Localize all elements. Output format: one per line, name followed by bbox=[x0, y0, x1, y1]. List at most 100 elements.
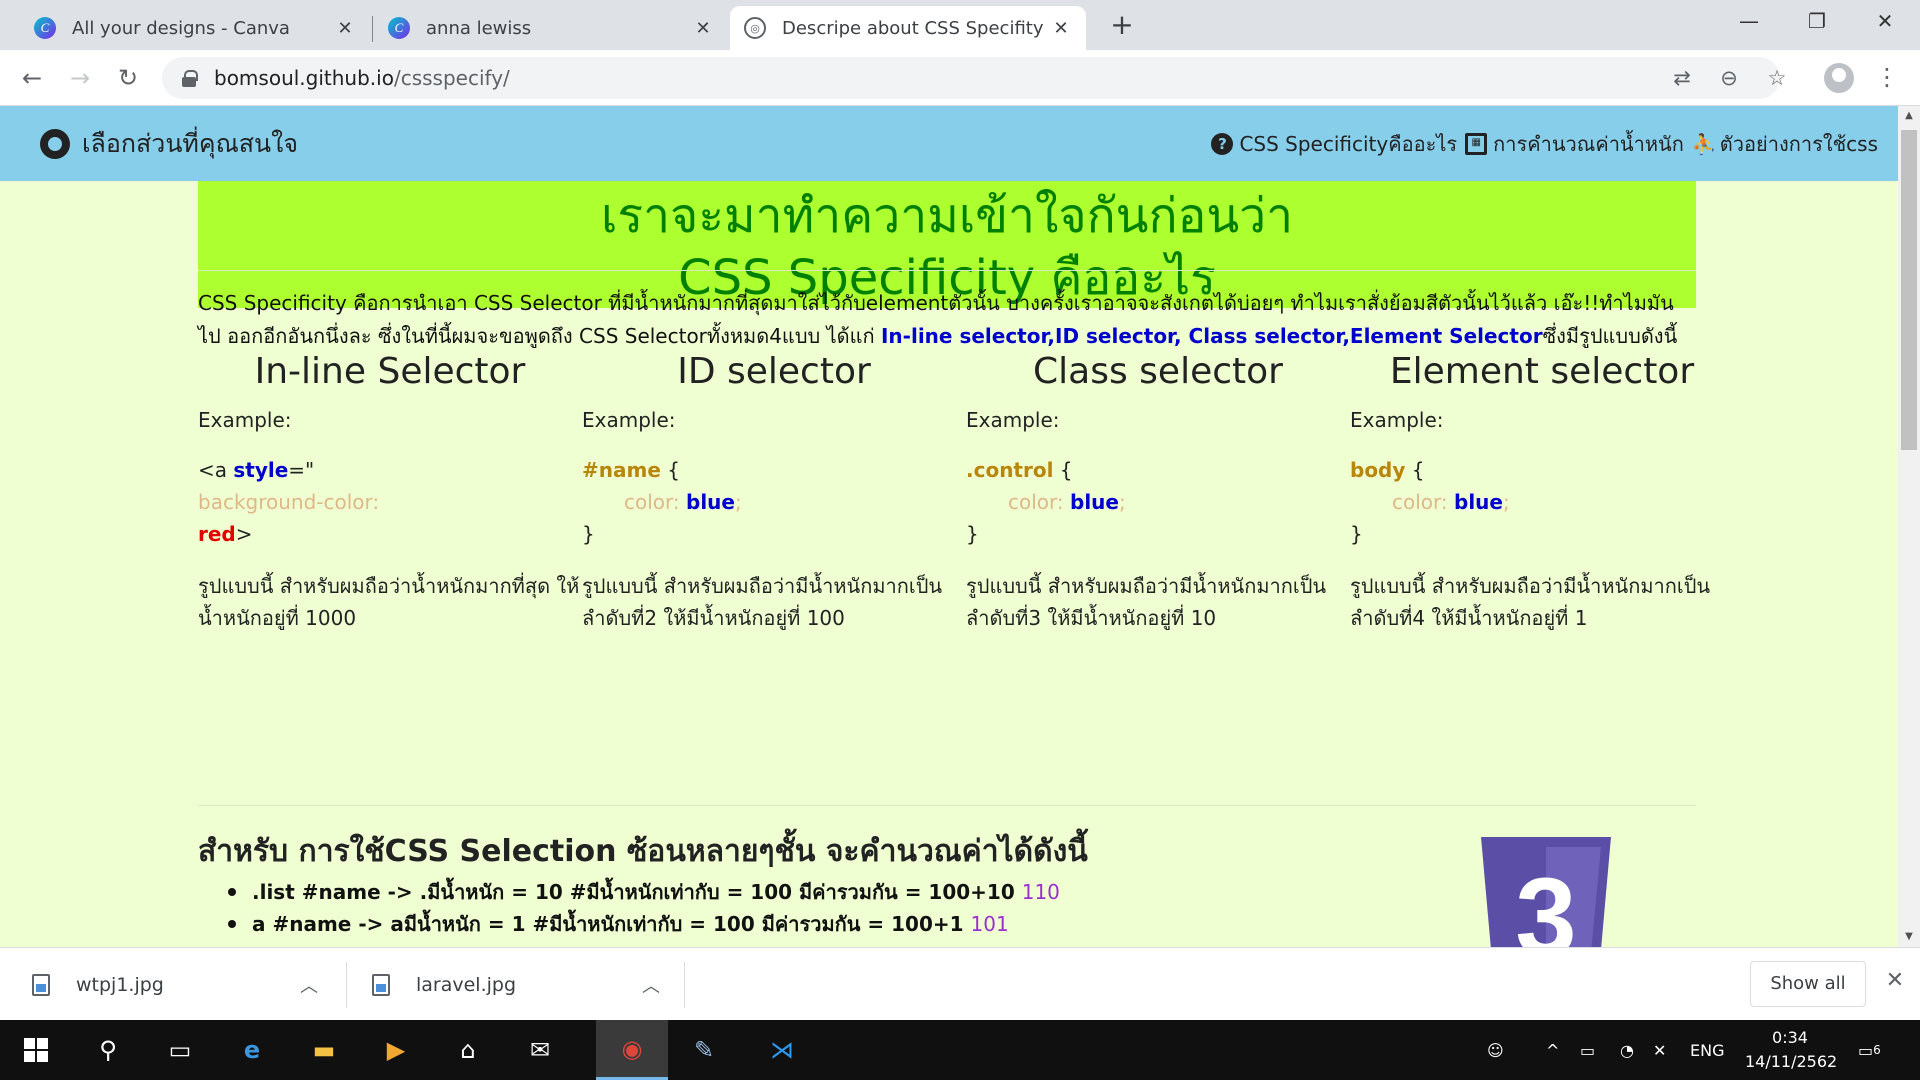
browser-toolbar: ← → ↻ bomsoul.github.io/cssspecify/ ⇄ ⊖ … bbox=[0, 50, 1920, 106]
chevron-up-icon[interactable]: ︿ bbox=[300, 972, 318, 998]
paint-icon[interactable]: ✎ bbox=[668, 1020, 740, 1080]
downloads-bar: wtpj1.jpg ︿ laravel.jpg ︿ Show all ✕ bbox=[0, 947, 1920, 1020]
download-item[interactable]: wtpj1.jpg ︿ bbox=[32, 948, 332, 1021]
image-file-icon bbox=[32, 973, 50, 996]
system-clock[interactable]: 0:34 14/11/2562 bbox=[1745, 1026, 1837, 1074]
download-filename: laravel.jpg bbox=[416, 973, 517, 996]
example-label: Example: bbox=[966, 408, 1060, 432]
selector-card-id: ID selector Example: #name { color: blue… bbox=[582, 346, 966, 634]
example-label: Example: bbox=[198, 408, 292, 432]
brand-logo-icon bbox=[40, 128, 70, 159]
back-button[interactable]: ← bbox=[15, 62, 49, 96]
clock-time: 0:34 bbox=[1772, 1028, 1808, 1047]
volume-muted-icon[interactable]: ✕ bbox=[1653, 1020, 1666, 1080]
download-separator bbox=[684, 962, 685, 1008]
selector-description: รูปแบบนี้ สำหรับผมถือว่ามีน้ำหนักมากเป็น… bbox=[582, 574, 943, 630]
action-center-icon[interactable]: ▭ 6 bbox=[1858, 1020, 1881, 1080]
code-tag-open: <a bbox=[198, 458, 234, 482]
canva-icon: C bbox=[34, 17, 56, 39]
selector-description: รูปแบบนี้ สำหรับผมถือว่ามีน้ำหนักมากเป็น… bbox=[1350, 574, 1711, 630]
forward-button[interactable]: → bbox=[63, 62, 97, 96]
address-bar[interactable]: bomsoul.github.io/cssspecify/ bbox=[162, 57, 1780, 99]
code-brace: { bbox=[1405, 458, 1425, 482]
code-value: red bbox=[198, 522, 236, 546]
site-nav-links: ? CSS Specificityคืออะไร ▦ การคำนวณค่าน้… bbox=[1203, 106, 1878, 181]
close-icon[interactable]: ✕ bbox=[334, 18, 356, 39]
url-path: /cssspecify/ bbox=[393, 66, 510, 90]
lock-icon bbox=[182, 70, 198, 87]
task-view-icon[interactable]: ▭ bbox=[144, 1020, 216, 1080]
zoom-icon[interactable]: ⊖ bbox=[1712, 57, 1746, 99]
calc-text: a #name -> aมีน้ำหนัก = 1 #มีน้ำหนักเท่า… bbox=[252, 912, 971, 936]
store-icon[interactable]: ⌂ bbox=[432, 1020, 504, 1080]
translate-icon[interactable]: ⇄ bbox=[1665, 57, 1699, 99]
site-brand[interactable]: เลือกส่วนที่คุณสนใจ bbox=[40, 106, 298, 181]
scroll-down-arrow-icon[interactable]: ▼ bbox=[1898, 927, 1920, 947]
restore-button[interactable]: ❐ bbox=[1782, 0, 1852, 44]
nav-link-weight-calculation[interactable]: ▦ การคำนวณค่าน้ำหนัก bbox=[1465, 128, 1684, 160]
menu-kebab-icon[interactable]: ⋮ bbox=[1872, 62, 1902, 94]
code-semicolon: ; bbox=[1502, 490, 1510, 514]
edge-browser-icon[interactable]: e bbox=[216, 1020, 288, 1080]
intro-highlight: In-line selector,ID selector, Class sele… bbox=[880, 324, 1543, 348]
code-brace-close: } bbox=[1350, 522, 1363, 546]
code-eq: =" bbox=[288, 458, 315, 482]
nav-link-css-examples[interactable]: ⛹ ตัวอย่างการใช้css bbox=[1692, 128, 1878, 160]
tab-title: All your designs - Canva bbox=[72, 17, 290, 39]
nav-link-label: การคำนวณค่าน้ำหนัก bbox=[1493, 131, 1684, 156]
search-icon[interactable]: ⚲ bbox=[72, 1020, 144, 1080]
chevron-up-icon[interactable]: ︿ bbox=[642, 972, 660, 998]
code-tag-close: > bbox=[235, 522, 253, 546]
people-icon[interactable]: ☺ bbox=[1487, 1020, 1504, 1080]
wifi-icon[interactable]: ◔ bbox=[1620, 1020, 1634, 1080]
scroll-up-arrow-icon[interactable]: ▲ bbox=[1898, 106, 1920, 126]
tab-anna-lewiss[interactable]: C anna lewiss ✕ bbox=[374, 6, 728, 50]
page-scrollbar[interactable]: ▲ ▼ bbox=[1898, 106, 1920, 947]
calc-result: 101 bbox=[970, 912, 1009, 936]
code-selector: #name bbox=[582, 458, 661, 482]
code-example: <a style=" background-color: red> bbox=[198, 454, 582, 550]
download-item[interactable]: laravel.jpg ︿ bbox=[372, 948, 672, 1021]
nav-link-what-is-specificity[interactable]: ? CSS Specificityคืออะไร bbox=[1211, 128, 1457, 160]
close-icon[interactable]: ✕ bbox=[1880, 968, 1910, 1000]
tab-canva-designs[interactable]: C All your designs - Canva ✕ bbox=[20, 6, 370, 50]
selector-title: Element selector bbox=[1389, 351, 1695, 392]
vscode-icon[interactable]: ⋊ bbox=[746, 1020, 818, 1080]
example-label: Example: bbox=[1350, 408, 1444, 432]
calc-text: .list #name -> .มีน้ำหนัก = 10 #มีน้ำหนั… bbox=[252, 880, 1022, 904]
code-value: blue bbox=[686, 490, 735, 514]
code-property: background-color: bbox=[198, 490, 380, 514]
canva-icon: C bbox=[388, 17, 410, 39]
code-selector: body bbox=[1350, 458, 1406, 482]
close-icon[interactable]: ✕ bbox=[692, 18, 714, 39]
divider bbox=[198, 270, 1696, 271]
media-player-icon[interactable]: ▶ bbox=[360, 1020, 432, 1080]
windows-taskbar: ⚲ ▭ e ▬ ▶ ⌂ ✉ ◉ ✎ ⋊ ☺ ^ ▭ ◔ ✕ ENG 0:34 1… bbox=[0, 1020, 1920, 1080]
profile-avatar[interactable] bbox=[1824, 63, 1854, 93]
tab-title: anna lewiss bbox=[426, 17, 532, 39]
close-icon[interactable]: ✕ bbox=[1050, 18, 1072, 39]
intro-tail: ซึ่งมีรูปแบบดังนี้ bbox=[1542, 324, 1678, 348]
show-all-button[interactable]: Show all bbox=[1750, 961, 1866, 1007]
language-indicator[interactable]: ENG bbox=[1690, 1020, 1724, 1080]
css3-logo: 3 bbox=[1481, 837, 1611, 947]
selector-title: Class selector bbox=[1033, 351, 1283, 392]
code-brace-close: } bbox=[966, 522, 979, 546]
close-window-button[interactable]: ✕ bbox=[1850, 0, 1920, 44]
start-button[interactable] bbox=[0, 1020, 72, 1080]
mail-icon[interactable]: ✉ bbox=[504, 1020, 576, 1080]
new-tab-button[interactable]: + bbox=[1106, 10, 1138, 42]
minimize-button[interactable]: — bbox=[1714, 0, 1784, 44]
chrome-icon[interactable]: ◉ bbox=[596, 1020, 668, 1080]
battery-icon[interactable]: ▭ bbox=[1580, 1020, 1595, 1080]
tab-css-specificity[interactable]: ◎ Descripe about CSS Specifity ✕ bbox=[730, 6, 1086, 50]
bookmark-star-icon[interactable]: ☆ bbox=[1760, 57, 1794, 99]
reload-button[interactable]: ↻ bbox=[111, 62, 145, 96]
url-host: bomsoul.github.io bbox=[214, 66, 394, 90]
code-value: blue bbox=[1070, 490, 1119, 514]
file-explorer-icon[interactable]: ▬ bbox=[288, 1020, 360, 1080]
example-label: Example: bbox=[582, 408, 676, 432]
scroll-thumb[interactable] bbox=[1901, 130, 1917, 450]
user-chalkboard-icon: ⛹ bbox=[1691, 131, 1717, 156]
chevron-up-icon[interactable]: ^ bbox=[1546, 1020, 1559, 1080]
